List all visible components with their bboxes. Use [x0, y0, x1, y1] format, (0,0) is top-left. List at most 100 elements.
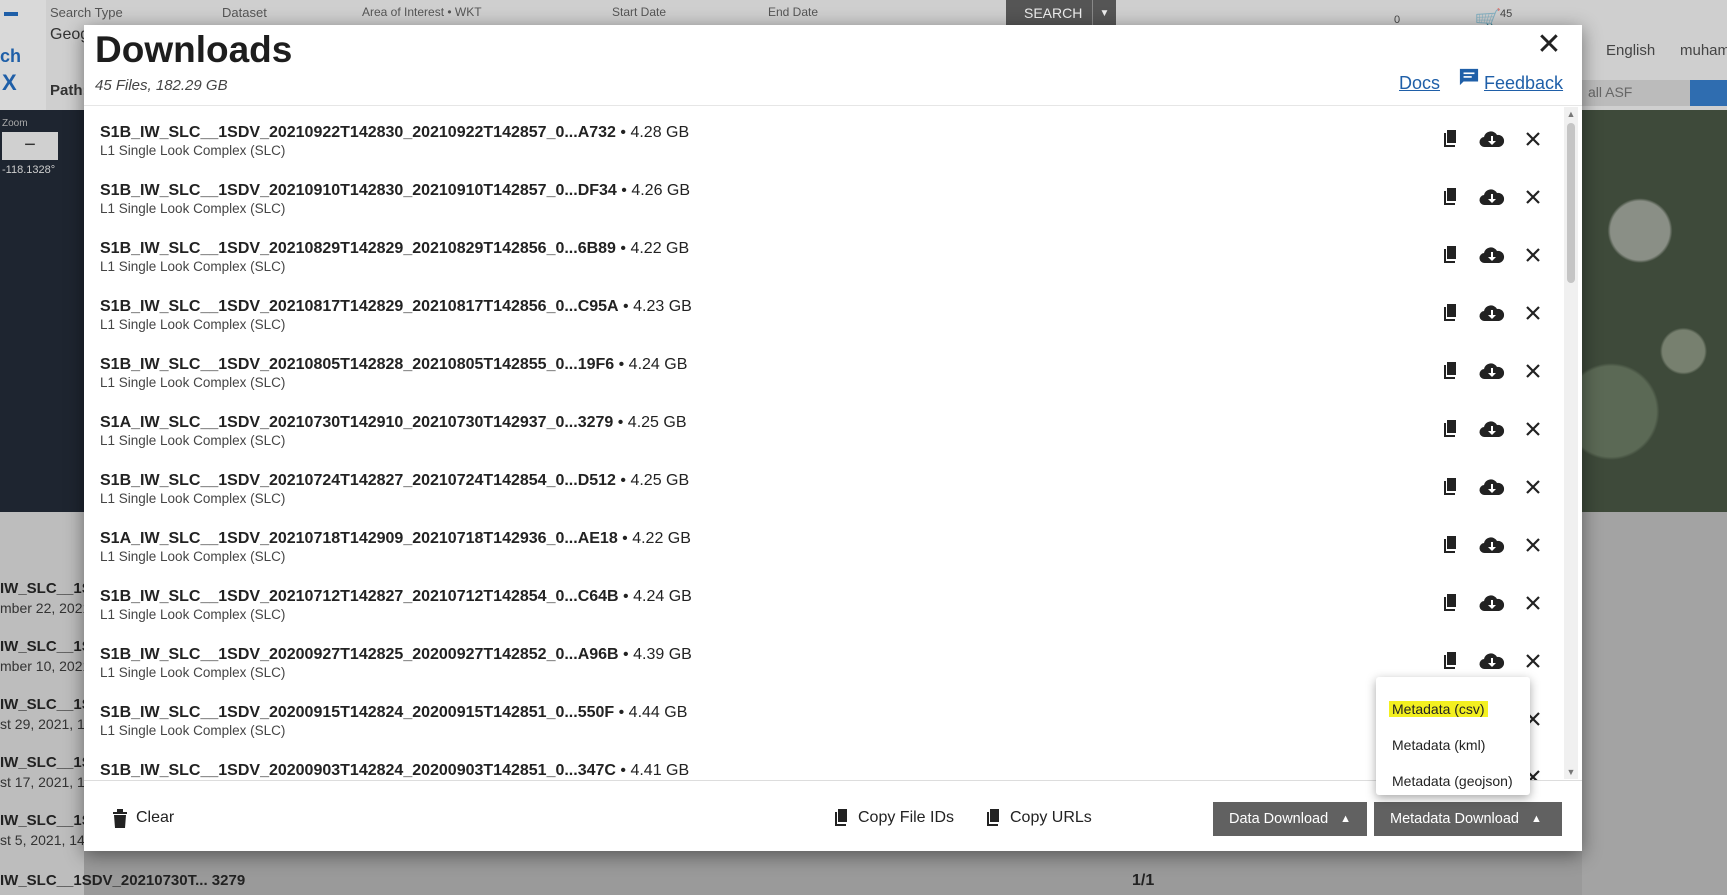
- cart-count-badge: 45: [1500, 8, 1513, 20]
- copy-url-icon[interactable]: [1438, 648, 1464, 674]
- download-file-row: S1B_IW_SLC__1SDV_20200927T142825_2020092…: [84, 636, 1564, 694]
- remove-icon[interactable]: [1520, 590, 1546, 616]
- app-logo: ch X: [0, 0, 46, 110]
- cloud-download-icon[interactable]: [1479, 590, 1505, 616]
- copy-url-icon[interactable]: [1438, 416, 1464, 442]
- cloud-download-icon[interactable]: [1479, 416, 1505, 442]
- cloud-download-icon[interactable]: [1479, 358, 1505, 384]
- start-date-label: Start Date: [612, 5, 667, 19]
- mic-icon[interactable]: [1690, 80, 1727, 106]
- file-type: L1 Single Look Complex (SLC): [100, 665, 286, 680]
- remove-icon[interactable]: [1520, 358, 1546, 384]
- result-date: st 5, 2021, 14:: [0, 832, 89, 848]
- search-dropdown-icon[interactable]: ▼: [1092, 0, 1116, 26]
- bottom-result-name[interactable]: IW_SLC__1SDV_20210730T... 3279: [0, 872, 245, 889]
- file-size: • 4.24 GB: [618, 588, 692, 605]
- file-size: • 4.26 GB: [616, 182, 691, 199]
- remove-icon[interactable]: [1520, 648, 1546, 674]
- bottom-bar: 1/1: [84, 850, 1582, 895]
- download-file-row: S1A_IW_SLC__1SDV_20210718T142909_2021071…: [84, 520, 1564, 578]
- copy-urls-button[interactable]: Copy URLs: [986, 801, 1092, 835]
- file-size: • 4.23 GB: [618, 298, 692, 315]
- result-date: st 17, 2021, 14: [0, 774, 93, 790]
- logo-text-2: X: [2, 70, 17, 95]
- file-type: L1 Single Look Complex (SLC): [100, 201, 286, 216]
- remove-icon[interactable]: [1520, 242, 1546, 268]
- copy-url-icon[interactable]: [1438, 300, 1464, 326]
- feedback-icon[interactable]: [1458, 67, 1480, 87]
- file-id: S1B_IW_SLC__1SDV_20210712T142827_2021071…: [100, 588, 619, 605]
- close-icon[interactable]: ✕: [1534, 30, 1564, 61]
- copy-url-icon[interactable]: [1438, 474, 1464, 500]
- remove-icon[interactable]: [1520, 532, 1546, 558]
- zoom-label: Zoom: [2, 118, 28, 129]
- copy-url-icon[interactable]: [1438, 184, 1464, 210]
- trash-icon: [113, 809, 127, 828]
- caret-up-icon: ▲: [1530, 813, 1542, 825]
- remove-icon[interactable]: [1520, 416, 1546, 442]
- zoom-out-button[interactable]: −: [2, 132, 58, 160]
- file-name: S1B_IW_SLC__1SDV_20200927T142825_2020092…: [100, 646, 692, 664]
- menu-item-metadata-csv[interactable]: Metadata (csv): [1389, 701, 1488, 717]
- download-file-row: S1B_IW_SLC__1SDV_20210724T142827_2021072…: [84, 462, 1564, 520]
- result-name[interactable]: IW_SLC__1S: [0, 754, 92, 771]
- cloud-download-icon[interactable]: [1479, 242, 1505, 268]
- scroll-thumb[interactable]: [1567, 123, 1575, 283]
- copy-file-ids-label: Copy File IDs: [858, 809, 955, 826]
- language-button[interactable]: English: [1606, 42, 1655, 59]
- metadata-download-menu: Metadata (csv) Metadata (kml) Metadata (…: [1376, 677, 1530, 795]
- copy-url-icon[interactable]: [1438, 358, 1464, 384]
- clear-button-label: Clear: [136, 809, 175, 826]
- file-id: S1B_IW_SLC__1SDV_20200927T142825_2020092…: [100, 646, 619, 663]
- aoi-label: Area of Interest • WKT: [362, 5, 482, 19]
- copy-file-ids-button[interactable]: Copy File IDs: [834, 801, 954, 835]
- map-view[interactable]: [1582, 110, 1727, 512]
- menu-item-metadata-kml[interactable]: Metadata (kml): [1392, 737, 1485, 753]
- cloud-download-icon[interactable]: [1479, 532, 1505, 558]
- result-name[interactable]: IW_SLC__1S: [0, 638, 92, 655]
- remove-icon[interactable]: [1520, 300, 1546, 326]
- file-id: S1B_IW_SLC__1SDV_20210817T142829_2021081…: [100, 298, 619, 315]
- dialog-title: Downloads: [95, 29, 293, 70]
- data-download-button[interactable]: Data Download ▲: [1213, 802, 1367, 836]
- file-size: • 4.41 GB: [615, 762, 690, 779]
- cloud-download-icon[interactable]: [1479, 126, 1505, 152]
- docs-link[interactable]: Docs: [1399, 73, 1440, 94]
- cloud-download-icon[interactable]: [1479, 184, 1505, 210]
- search-button-label: SEARCH: [1024, 5, 1083, 21]
- result-name[interactable]: IW_SLC__1S: [0, 696, 92, 713]
- file-type: L1 Single Look Complex (SLC): [100, 375, 286, 390]
- download-file-row: S1B_IW_SLC__1SDV_20210817T142829_2021081…: [84, 288, 1564, 346]
- search-button[interactable]: SEARCH ▼: [1006, 0, 1116, 26]
- file-name: S1B_IW_SLC__1SDV_20210805T142828_2021080…: [100, 356, 687, 374]
- copy-url-icon[interactable]: [1438, 242, 1464, 268]
- remove-icon[interactable]: [1520, 184, 1546, 210]
- file-id: S1B_IW_SLC__1SDV_20210805T142828_2021080…: [100, 356, 615, 373]
- search-asf-input[interactable]: all ASF: [1580, 80, 1690, 106]
- file-type: L1 Single Look Complex (SLC): [100, 723, 286, 738]
- metadata-download-button[interactable]: Metadata Download ▲: [1374, 802, 1562, 836]
- copy-url-icon[interactable]: [1438, 590, 1464, 616]
- scroll-down-icon[interactable]: ▼: [1566, 767, 1576, 777]
- result-name[interactable]: IW_SLC__1S: [0, 812, 92, 829]
- cloud-download-icon[interactable]: [1479, 474, 1505, 500]
- menu-item-metadata-geojson[interactable]: Metadata (geojson): [1392, 773, 1513, 789]
- file-size: • 4.24 GB: [614, 356, 688, 373]
- copy-url-icon[interactable]: [1438, 532, 1464, 558]
- dialog-footer: Clear Copy File IDs Copy URLs Data Downl…: [84, 780, 1582, 851]
- dialog-header: Downloads 45 Files, 182.29 GB ✕ Docs Fee…: [84, 25, 1582, 105]
- remove-icon[interactable]: [1520, 474, 1546, 500]
- data-download-label: Data Download: [1229, 811, 1329, 827]
- user-menu[interactable]: muham: [1680, 42, 1727, 59]
- file-size: • 4.25 GB: [613, 414, 687, 431]
- pager-label: 1/1: [1132, 872, 1155, 889]
- list-scrollbar[interactable]: ▲ ▼: [1564, 107, 1578, 779]
- scroll-up-icon[interactable]: ▲: [1566, 109, 1576, 119]
- cloud-download-icon[interactable]: [1479, 300, 1505, 326]
- copy-url-icon[interactable]: [1438, 126, 1464, 152]
- feedback-link[interactable]: Feedback: [1484, 73, 1563, 94]
- clear-button[interactable]: Clear: [112, 801, 174, 835]
- remove-icon[interactable]: [1520, 126, 1546, 152]
- cloud-download-icon[interactable]: [1479, 648, 1505, 674]
- result-name[interactable]: IW_SLC__1S: [0, 580, 92, 597]
